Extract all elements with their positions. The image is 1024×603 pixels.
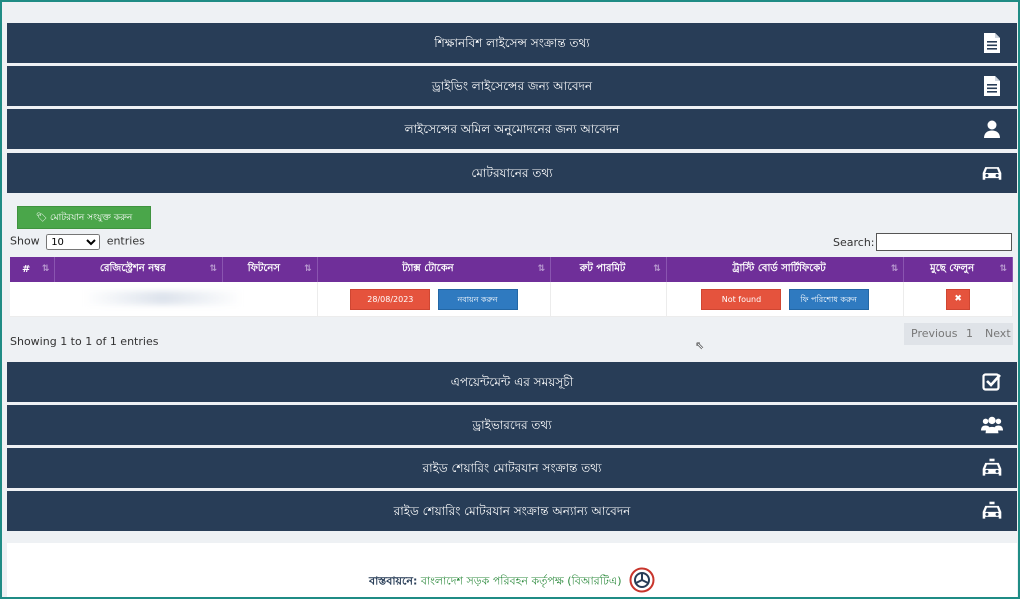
column-header-fitness[interactable]: ফিটনেস ⇅	[222, 257, 318, 282]
entries-label: entries	[106, 234, 145, 248]
panel-title: শিক্ষানবিশ লাইসেন্স সংক্রান্ত তথ্য	[434, 36, 590, 50]
panel-driver-info[interactable]: ড্রাইভারদের তথ্য	[7, 405, 1017, 445]
blurred-registration	[83, 290, 244, 305]
column-header-tax-token[interactable]: ট্যাক্স টোকেন ⇅	[317, 257, 552, 282]
panel-vehicle-info[interactable]: মোটরযানের তথ্য	[7, 153, 1017, 193]
mouse-cursor-icon: ⇖	[695, 339, 705, 352]
table-header-row: # ⇅ রেজিস্ট্রেশন নম্বর ⇅ ফিটনেস ⇅ ট্যাক্স ট…	[10, 257, 1013, 282]
fee-pay-button[interactable]: ফি পরিশোধ করুন	[788, 288, 869, 310]
delete-cell: ✖	[903, 282, 1013, 317]
document-icon	[981, 75, 1003, 97]
panel-driving-license-apply[interactable]: ড্রাইভিং লাইসেন্সের জন্য আবেদন	[7, 66, 1017, 106]
users-icon	[981, 414, 1003, 436]
panel-title: লাইসেন্সের অমিল অনুমোদনের জন্য আবেদন	[404, 122, 620, 136]
sort-icon: ⇅	[653, 264, 661, 274]
vehicle-panel-body: 🏷 মোটরযান সংযুক্ত করুন Show 10 entries S…	[7, 195, 1017, 358]
checkbox-icon	[981, 371, 1003, 393]
panel-learner-license[interactable]: শিক্ষানবিশ লাইসেন্স সংক্রান্ত তথ্য	[7, 23, 1017, 63]
panel-title: রাইড শেয়ারিং মোটরযান সংক্রান্ত অন্যান্য…	[393, 504, 631, 518]
column-header-registration[interactable]: রেজিস্ট্রেশন নম্বর ⇅	[54, 257, 224, 282]
panel-title: রাইড শেয়ারিং মোটরযান সংক্রান্ত তথ্য	[422, 461, 602, 475]
panel-title: এপয়েন্টমেন্ট এর সময়সূচী	[450, 375, 574, 389]
show-label: Show	[10, 234, 40, 248]
taxi-icon	[981, 500, 1003, 522]
search-control: Search:	[833, 233, 1012, 251]
column-header-index[interactable]: # ⇅	[10, 257, 56, 282]
panel-title: ড্রাইভিং লাইসেন্সের জন্য আবেদন	[431, 79, 593, 93]
delete-button[interactable]: ✖	[946, 288, 971, 310]
next-page-button[interactable]: Next	[985, 323, 1011, 345]
pagination: Previous 1 Next	[904, 323, 1013, 345]
sort-icon: ⇅	[41, 264, 50, 274]
sort-icon: ⇅	[304, 264, 312, 274]
page-size-select[interactable]: 10	[46, 234, 101, 250]
footer: বাস্তবায়নে: বাংলাদেশ সড়ক পরিবহন কর্তৃপ…	[7, 543, 1017, 597]
column-header-delete[interactable]: মুছে ফেলুন ⇅	[903, 257, 1013, 282]
car-icon	[981, 162, 1003, 184]
document-icon	[981, 32, 1003, 54]
page-size-control: Show 10 entries	[10, 234, 145, 250]
column-header-trustee-certificate[interactable]: ট্রাস্টি বোর্ড সার্টিফিকেট ⇅	[666, 257, 905, 282]
vehicle-table: # ⇅ রেজিস্ট্রেশন নম্বর ⇅ ফিটনেস ⇅ ট্যাক্স ট…	[10, 257, 1013, 317]
panel-ride-sharing-info[interactable]: রাইড শেয়ারিং মোটরযান সংক্রান্ত তথ্য	[7, 448, 1017, 488]
page-1-button[interactable]: 1	[966, 323, 973, 345]
tax-token-cell: 28/08/2023 নবায়ন করুন	[317, 282, 552, 317]
certificate-status-badge: Not found	[701, 288, 782, 310]
sort-icon: ⇅	[537, 264, 546, 274]
tax-date-badge: 28/08/2023	[350, 288, 431, 310]
renew-button[interactable]: নবায়ন করুন	[437, 288, 518, 310]
panel-appointment[interactable]: এপয়েন্টমেন্ট এর সময়সূচী	[7, 362, 1017, 402]
footer-label: বাস্তবায়নে:	[368, 574, 418, 588]
footer-org-link[interactable]: বাংলাদেশ সড়ক পরিবহন কর্তৃপক্ষ (বিআরটিএ)	[421, 575, 622, 588]
search-label: Search:	[833, 236, 875, 249]
app-frame: শিক্ষানবিশ লাইসেন্স সংক্রান্ত তথ্য ড্রাই…	[0, 0, 1020, 599]
column-header-route-permit[interactable]: রুট পারমিট ⇅	[550, 257, 667, 282]
close-icon: ✖	[954, 293, 962, 304]
redacted-cell	[10, 282, 318, 317]
add-vehicle-button[interactable]: 🏷 মোটরযান সংযুক্ত করুন	[17, 206, 151, 229]
search-input[interactable]	[876, 233, 1012, 251]
panel-ride-sharing-other[interactable]: রাইড শেয়ারিং মোটরযান সংক্রান্ত অন্যান্য…	[7, 491, 1017, 531]
previous-page-button[interactable]: Previous	[911, 323, 958, 345]
route-permit-cell	[550, 282, 667, 317]
taxi-icon	[981, 457, 1003, 479]
brta-logo-icon	[629, 567, 655, 596]
table-row: 28/08/2023 নবায়ন করুন Not found ফি পরিশ…	[10, 282, 1013, 317]
sort-icon: ⇅	[209, 264, 218, 274]
sort-icon: ⇅	[890, 264, 899, 274]
sort-icon: ⇅	[999, 264, 1007, 274]
user-icon	[981, 118, 1003, 140]
tag-icon: 🏷	[35, 213, 50, 223]
panel-title: ড্রাইভারদের তথ্য	[472, 418, 552, 432]
panel-title: মোটরযানের তথ্য	[471, 166, 553, 180]
certificate-cell: Not found ফি পরিশোধ করুন	[666, 282, 905, 317]
table-info-text: Showing 1 to 1 of 1 entries	[10, 335, 159, 348]
panel-license-approval-apply[interactable]: লাইসেন্সের অমিল অনুমোদনের জন্য আবেদন	[7, 109, 1017, 149]
